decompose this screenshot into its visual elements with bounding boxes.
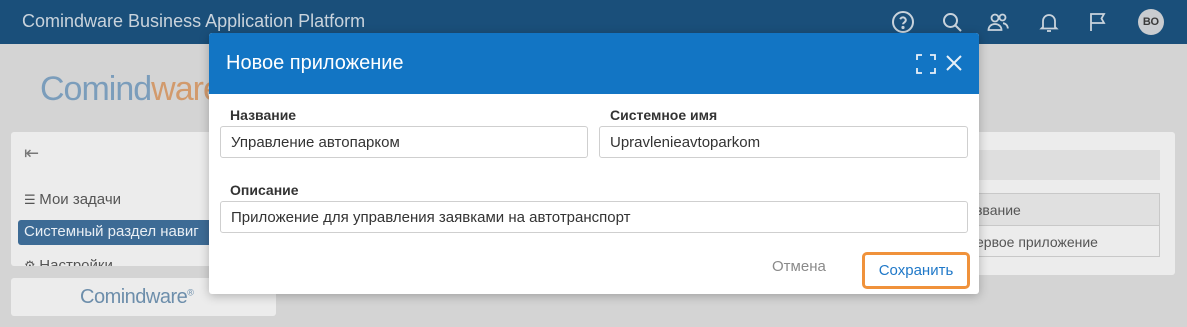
dialog-header: Новое приложение [209, 33, 979, 94]
close-icon[interactable] [943, 52, 965, 74]
settings-icon: ⚙ [24, 258, 40, 266]
content-toolbar [975, 150, 1160, 180]
search-icon[interactable] [940, 10, 964, 34]
avatar[interactable]: ВО [1138, 9, 1164, 35]
help-icon[interactable] [891, 10, 915, 34]
table-header: звание [976, 194, 1159, 226]
cancel-button[interactable]: Отмена [772, 258, 826, 275]
dialog-title: Новое приложение [226, 52, 404, 74]
users-icon[interactable] [986, 10, 1010, 34]
brand-logo: Comindware [40, 70, 222, 108]
table-row[interactable]: ервое приложение [976, 226, 1159, 258]
bell-icon[interactable] [1037, 10, 1061, 34]
sidebar-item-system-section[interactable]: Системный раздел навиг [18, 220, 216, 245]
app-title: Comindware Business Application Platform [22, 11, 366, 31]
sidebar-item-settings[interactable]: ⚙ Настройки [24, 257, 214, 266]
system-name-input[interactable] [599, 126, 968, 158]
system-name-label: Системное имя [610, 107, 718, 123]
name-input[interactable] [220, 126, 588, 158]
footer-logo: Comindware® [80, 286, 194, 308]
tasks-icon: ☰ [24, 192, 40, 207]
new-application-dialog: Новое приложение Название Системное имя … [209, 33, 979, 294]
expand-icon[interactable] [915, 53, 937, 75]
name-label: Название [230, 107, 297, 123]
save-button[interactable]: Сохранить [862, 252, 970, 289]
applications-table: звание ервое приложение [975, 193, 1160, 257]
sidebar-item-my-tasks[interactable]: ☰ Мои задачи [24, 191, 214, 208]
description-input[interactable] [220, 201, 968, 233]
collapse-sidebar-icon[interactable]: ⇤ [24, 143, 39, 164]
description-label: Описание [230, 182, 299, 198]
flag-icon[interactable] [1086, 10, 1110, 34]
